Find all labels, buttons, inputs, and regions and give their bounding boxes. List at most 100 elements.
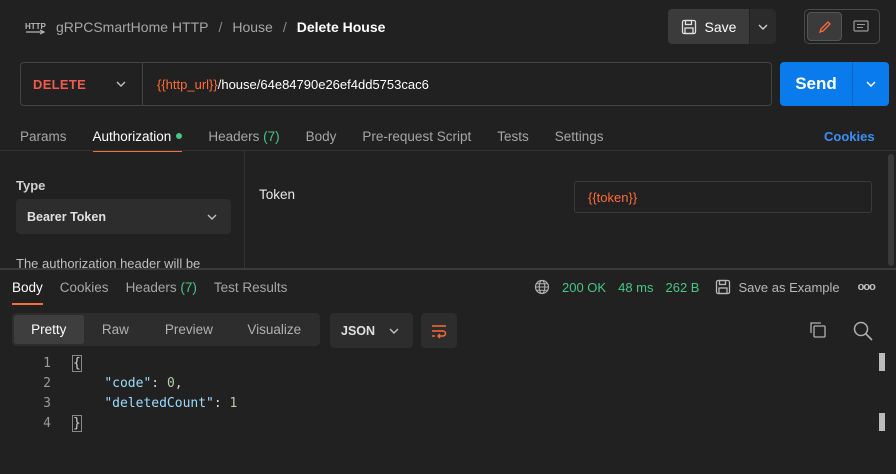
save-options-button[interactable] [750, 9, 776, 44]
cookies-link[interactable]: Cookies [824, 122, 875, 150]
http-collection-icon: HTTP [24, 18, 46, 36]
tab-response-body[interactable]: Body [12, 277, 43, 305]
token-input[interactable]: {{token}} [574, 181, 872, 213]
json-value: 1 [229, 395, 238, 411]
breadcrumb: HTTP gRPCSmartHome HTTP / House / Delete… [24, 16, 385, 38]
pane-resize-handle[interactable] [0, 268, 896, 270]
line-number: 2 [43, 375, 51, 391]
url-input[interactable]: {{http_url}}/house/64e84790e26ef4dd5753c… [143, 77, 429, 92]
save-button-group: Save [668, 9, 776, 44]
auth-type-value: Bearer Token [27, 209, 106, 224]
breadcrumb-separator: / [218, 19, 223, 35]
request-url-bar: DELETE {{http_url}}/house/64e84790e26ef4… [20, 62, 772, 106]
response-tabs: Body Cookies Headers (7) Test Results [12, 277, 288, 305]
tab-settings[interactable]: Settings [555, 122, 604, 150]
send-button-group: Send [780, 62, 889, 106]
breadcrumb-separator: / [282, 19, 287, 35]
line-number: 1 [43, 355, 51, 371]
tab-authorization[interactable]: Authorization [92, 122, 183, 152]
tab-body[interactable]: Body [306, 122, 337, 150]
tab-pre-request-script[interactable]: Pre-request Script [362, 122, 471, 150]
view-raw-button[interactable]: Raw [84, 315, 148, 344]
tab-params[interactable]: Params [20, 122, 67, 150]
line-number: 3 [43, 395, 51, 411]
request-scrollbar[interactable] [888, 154, 894, 266]
editor-scrollbar-marker[interactable] [879, 413, 885, 431]
chevron-down-icon [758, 24, 768, 30]
tab-headers-label: Headers [208, 128, 260, 144]
search-icon[interactable] [852, 320, 874, 342]
tab-tests[interactable]: Tests [497, 122, 529, 150]
comment-icon [852, 19, 869, 34]
wrap-lines-button[interactable] [421, 313, 457, 348]
pencil-icon [818, 20, 832, 34]
code-text: { [51, 354, 82, 372]
edit-mode-button[interactable] [807, 12, 842, 41]
save-button[interactable]: Save [668, 9, 749, 44]
tab-headers[interactable]: Headers (7) [208, 122, 279, 150]
save-as-example-label: Save as Example [738, 279, 840, 295]
method-select[interactable]: DELETE [21, 63, 143, 105]
url-variable: {{http_url}} [157, 76, 218, 92]
status-dot-icon [176, 133, 183, 139]
tab-response-headers[interactable]: Headers (7) [126, 277, 197, 297]
comments-mode-button[interactable] [844, 12, 877, 41]
chevron-down-icon [207, 214, 217, 220]
view-mode-toggle [804, 9, 880, 44]
token-label: Token [259, 187, 296, 202]
json-value: 0 [166, 375, 175, 391]
open-brace: { [72, 354, 82, 372]
save-icon [681, 19, 697, 35]
wrap-lines-icon [430, 323, 448, 339]
method-label: DELETE [33, 76, 87, 92]
globe-icon[interactable] [534, 279, 550, 295]
status-code[interactable]: 200 OK [562, 280, 606, 295]
copy-icon[interactable] [808, 320, 828, 340]
view-visualize-button[interactable]: Visualize [231, 315, 318, 344]
request-tabs: Params Authorization Headers (7) Body Pr… [20, 122, 604, 152]
response-size[interactable]: 262 B [666, 280, 700, 295]
code-text: "deletedCount": 1 [104, 395, 238, 411]
code-text: "code": 0, [104, 375, 183, 391]
breadcrumb-collection[interactable]: gRPCSmartHome HTTP [56, 19, 208, 35]
chevron-down-icon [389, 328, 399, 334]
response-view-switcher: Pretty Raw Preview Visualize [12, 313, 320, 346]
auth-type-select[interactable]: Bearer Token [16, 199, 231, 234]
json-key: "code" [104, 375, 152, 391]
chevron-down-icon [866, 81, 876, 87]
code-line: 2 "code": 0, [0, 373, 880, 393]
editor-scrollbar-marker[interactable] [879, 353, 885, 371]
code-line: 3 "deletedCount": 1 [0, 393, 880, 413]
code-line: 4 } [0, 413, 880, 433]
view-pretty-button[interactable]: Pretty [14, 315, 84, 344]
save-icon [715, 279, 731, 295]
url-path: /house/64e84790e26ef4dd5753cac6 [217, 76, 429, 92]
headers-count: (7) [263, 128, 280, 144]
save-as-example-button[interactable]: Save as Example [715, 279, 840, 295]
response-time[interactable]: 48 ms [618, 280, 653, 295]
svg-text:HTTP: HTTP [25, 22, 46, 31]
tab-response-cookies[interactable]: Cookies [60, 277, 109, 297]
format-select[interactable]: JSON [330, 313, 413, 348]
send-options-button[interactable] [852, 62, 889, 106]
send-button[interactable]: Send [780, 62, 852, 106]
view-preview-button[interactable]: Preview [147, 315, 230, 344]
breadcrumb-folder[interactable]: House [232, 19, 272, 35]
save-label: Save [704, 18, 737, 35]
tab-test-results[interactable]: Test Results [214, 277, 288, 297]
auth-type-label: Type [16, 178, 46, 193]
response-body-editor[interactable]: 1 { 2 "code": 0, 3 "deletedCount": 1 4 } [0, 353, 880, 433]
line-number: 4 [43, 415, 51, 431]
tab-response-headers-label: Headers [125, 279, 177, 295]
code-line: 1 { [0, 353, 880, 373]
chevron-down-icon [116, 81, 126, 87]
request-title[interactable]: Delete House [297, 19, 386, 35]
more-options-icon[interactable]: ooo [858, 281, 876, 293]
close-brace: } [72, 414, 82, 432]
tab-authorization-label: Authorization [92, 128, 172, 144]
json-key: "deletedCount" [104, 395, 214, 411]
response-meta: 200 OK 48 ms 262 B Save as Example ooo [534, 277, 876, 297]
code-text: } [51, 414, 82, 432]
response-headers-count: (7) [180, 279, 197, 295]
format-value: JSON [341, 323, 376, 338]
